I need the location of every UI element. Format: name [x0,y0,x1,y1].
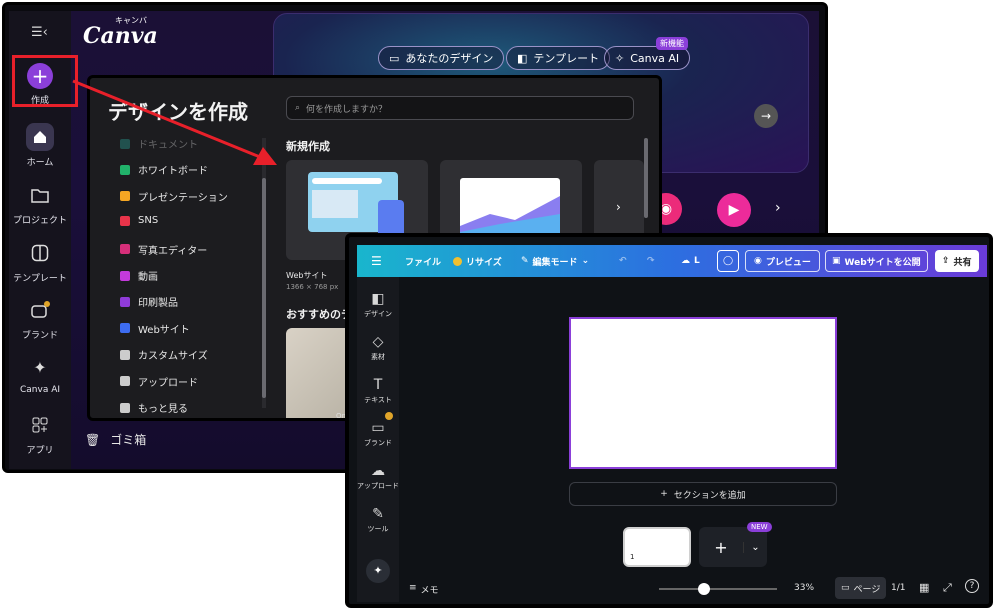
text-icon: T [373,377,383,393]
add-page-button[interactable]: + ⌄ [699,527,767,567]
undo-icon[interactable]: ↶ [619,253,627,269]
share-icon: ⇪ [942,256,950,266]
pencil-icon: ✎ [521,256,529,266]
help-icon[interactable]: ? [965,579,979,593]
design-icon: ◧ [371,291,385,307]
brand-crown-badge [385,412,393,420]
page-thumbnail[interactable]: 1 [623,527,691,567]
design-canvas[interactable] [569,317,837,469]
file-menu[interactable]: ファイル [405,253,441,269]
page-number: 1 [630,553,635,561]
editor-footer: ≡ メモ 33% ▭ ページ 1/1 ▦ ⤢ ? [399,574,989,604]
canva-editor-window: ☰ ファイル リサイズ ✎ 編集モード ⌄ ↶ ↷ ☁ L ◯ ◉ プレビュー ▣… [345,233,993,608]
preview-button[interactable]: ◉ プレビュー [745,250,820,272]
cloud-save-icon[interactable]: ☁ L [681,253,700,269]
side-text[interactable]: T テキスト [357,377,399,405]
page-count: 1/1 [891,583,906,593]
side-brand[interactable]: ▭ ブランド [357,420,399,448]
side-upload[interactable]: ☁ アップロード [357,463,399,491]
redo-icon[interactable]: ↷ [647,253,655,269]
publish-icon: ▣ [832,256,841,266]
editor-side-panel: ◧ デザイン ◇ 素材 T テキスト ▭ ブランド ☁ アップロード ✎ ツール ✦ [357,277,399,602]
notes-icon: ≡ [409,583,417,593]
edit-mode-dropdown[interactable]: ✎ 編集モード ⌄ [521,253,589,269]
plus-icon: + [714,537,728,557]
upload-icon: ☁ [371,463,385,479]
pages-icon: ▭ [841,583,850,593]
chevron-down-icon: ⌄ [581,256,590,266]
side-design[interactable]: ◧ デザイン [357,291,399,319]
zoom-slider-handle[interactable] [697,583,710,595]
eye-icon: ◉ [754,256,762,266]
plus-icon: + [660,489,668,499]
publish-website-button[interactable]: ▣ Webサイトを公開 [825,250,928,272]
new-badge: NEW [747,522,772,532]
add-section-button[interactable]: + セクションを追加 [569,482,837,506]
zoom-slider[interactable] [659,583,777,595]
resize-button[interactable]: リサイズ [453,253,502,269]
share-button[interactable]: ⇪ 共有 [935,250,979,272]
side-tools[interactable]: ✎ ツール [357,506,399,534]
tools-icon: ✎ [372,506,384,522]
elements-icon: ◇ [372,334,384,350]
menu-icon[interactable]: ☰ [371,253,382,269]
zoom-level: 33% [794,583,815,593]
magic-sparkle-icon[interactable]: ✦ [366,559,390,583]
brand-icon: ▭ [371,420,385,436]
crown-icon [453,256,462,266]
notes-button[interactable]: ≡ メモ [409,583,439,596]
comment-icon[interactable]: ◯ [717,250,739,272]
editor-toolbar: ☰ ファイル リサイズ ✎ 編集モード ⌄ ↶ ↷ ☁ L ◯ ◉ プレビュー ▣… [357,245,987,277]
pages-view-button[interactable]: ▭ ページ [835,577,887,599]
fullscreen-icon[interactable]: ⤢ [943,581,952,595]
side-elements[interactable]: ◇ 素材 [357,334,399,362]
grid-view-icon[interactable]: ▦ [919,581,929,594]
chevron-down-icon[interactable]: ⌄ [743,541,767,553]
